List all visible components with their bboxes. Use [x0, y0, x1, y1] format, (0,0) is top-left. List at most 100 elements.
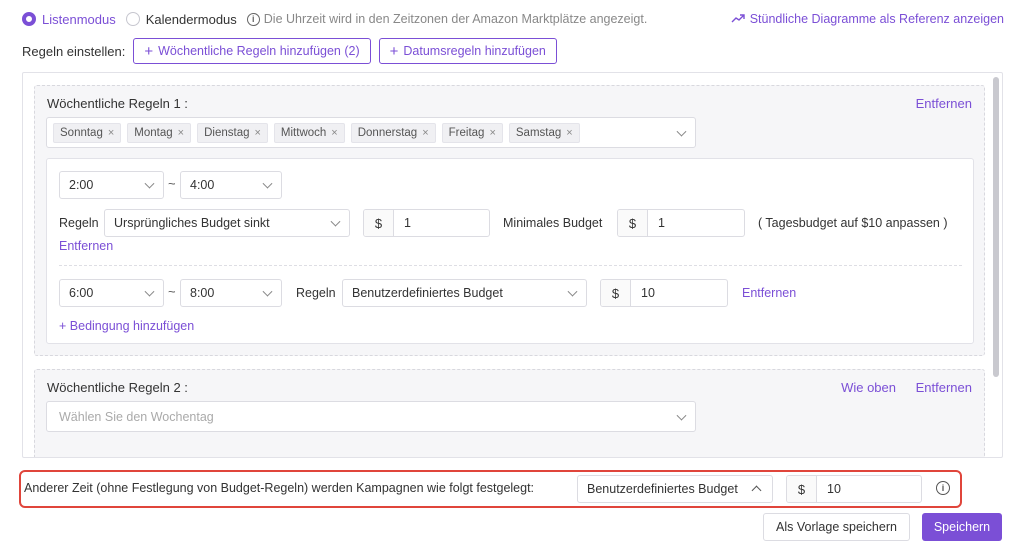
slot1-start-time-select[interactable]: 2:00 — [59, 171, 164, 199]
slot2-start-time: 6:00 — [69, 286, 94, 300]
slot2-remove-link[interactable]: Entfernen — [742, 286, 796, 300]
min-budget-label: Minimales Budget — [503, 216, 603, 230]
daily-budget-hint: ( Tagesbudget auf $10 anpassen ) — [758, 216, 948, 230]
weekly-rule-1-title: Wöchentliche Regeln 1 : — [47, 96, 188, 111]
slot1-end-time: 4:00 — [190, 178, 215, 192]
remove-tag-icon[interactable]: × — [489, 127, 495, 139]
panel-scrollbar[interactable] — [993, 77, 999, 377]
add-condition-label: Bedingung hinzufügen — [69, 319, 195, 333]
trend-icon — [731, 14, 745, 23]
day-tag-label: Freitag — [448, 126, 485, 139]
chevron-down-icon — [144, 286, 155, 297]
other-time-amount-value: 10 — [827, 482, 841, 496]
chevron-down-icon — [676, 410, 687, 421]
chevron-down-icon — [262, 286, 273, 297]
save-as-template-button[interactable]: Als Vorlage speichern — [763, 513, 910, 541]
weekly-rule-2-remove-link[interactable]: Entfernen — [916, 380, 972, 395]
day-tag-label: Dienstag — [204, 126, 250, 139]
calendar-mode-label[interactable]: Kalendermodus — [146, 12, 237, 27]
info-icon[interactable]: i — [936, 481, 950, 495]
chevron-down-icon — [330, 216, 341, 227]
calendar-mode-radio[interactable] — [125, 12, 140, 26]
rules-panel: Wöchentliche Regeln 1 : Entfernen Sonnta… — [22, 72, 1003, 458]
day-tag: Mittwoch × — [273, 122, 345, 143]
hourly-chart-label: Stündliche Diagramme als Referenz anzeig… — [749, 12, 1004, 26]
chevron-down-icon — [567, 286, 578, 297]
hourly-chart-link[interactable]: Stündliche Diagramme als Referenz anzeig… — [731, 12, 1004, 26]
chevron-up-icon — [751, 485, 762, 496]
mode-row: Listenmodus Kalendermodus i Die Uhrzeit … — [22, 10, 1004, 28]
range-tilde: ~ — [168, 176, 176, 191]
chevron-down-icon — [676, 126, 687, 137]
rules-label: Regeln einstellen: — [22, 43, 126, 59]
slot2-rule-value: Benutzerdefiniertes Budget — [352, 286, 503, 300]
plus-icon: + — [144, 42, 154, 60]
time-slots-box: 2:00 ~ 4:00 Regeln Ursprüngliches Budget… — [46, 158, 974, 344]
weekly-rule-1-remove-link[interactable]: Entfernen — [916, 96, 972, 111]
weekly-rule-2-title: Wöchentliche Regeln 2 : — [47, 380, 188, 395]
slot2-end-time-select[interactable]: 8:00 — [180, 279, 282, 307]
day-tag: Dienstag × — [197, 122, 268, 143]
day-tag: Donnerstag × — [350, 122, 436, 143]
add-condition-link[interactable]: + Bedingung hinzufügen — [59, 319, 194, 333]
weekly-rule-card-2: Wöchentliche Regeln 2 : Wie oben Entfern… — [34, 369, 985, 457]
slot2-start-time-select[interactable]: 6:00 — [59, 279, 164, 307]
slot1-end-time-select[interactable]: 4:00 — [180, 171, 282, 199]
day-tag: Montag × — [127, 122, 192, 143]
list-mode-radio[interactable] — [22, 12, 36, 26]
plus-icon: + — [389, 42, 399, 60]
slot1-rules-label: Regeln — [59, 216, 99, 230]
day-tag: Samstag × — [508, 122, 580, 143]
currency-symbol: $ — [618, 210, 648, 236]
remove-tag-icon[interactable]: × — [566, 127, 572, 139]
slot2-amount-input[interactable]: $10 — [600, 279, 728, 307]
weekday-select-2[interactable]: Wählen Sie den Wochentag — [46, 401, 696, 432]
other-time-amount-input[interactable]: $10 — [786, 475, 922, 503]
slot1-remove-link[interactable]: Entfernen — [59, 239, 113, 253]
remove-tag-icon[interactable]: × — [254, 127, 260, 139]
slot1-start-time: 2:00 — [69, 178, 94, 192]
add-date-rules-label: Datumsregeln hinzufügen — [403, 44, 546, 58]
chevron-down-icon — [144, 178, 155, 189]
timezone-note: Die Uhrzeit wird in den Zeitzonen der Am… — [263, 12, 648, 26]
slot2-rules-label: Regeln — [296, 286, 336, 300]
day-tag: Freitag × — [441, 122, 503, 143]
slot2-amount-value: 10 — [641, 286, 655, 300]
other-time-text: Anderer Zeit (ohne Festlegung von Budget… — [24, 481, 535, 495]
day-tag-label: Mittwoch — [280, 126, 327, 139]
list-mode-label[interactable]: Listenmodus — [42, 12, 116, 27]
slot1-amount-value: 1 — [404, 216, 411, 230]
slot1-rule-select[interactable]: Ursprüngliches Budget sinkt — [104, 209, 350, 237]
slot2-end-time: 8:00 — [190, 286, 215, 300]
currency-symbol: $ — [601, 280, 631, 306]
weekday-placeholder: Wählen Sie den Wochentag — [59, 409, 214, 424]
day-tag-label: Donnerstag — [357, 126, 418, 139]
currency-symbol: $ — [364, 210, 394, 236]
add-weekly-rules-label: Wöchentliche Regeln hinzufügen (2) — [158, 44, 360, 58]
same-as-above-link[interactable]: Wie oben — [841, 380, 896, 395]
remove-tag-icon[interactable]: × — [178, 127, 184, 139]
other-time-rule-select[interactable]: Benutzerdefiniertes Budget — [577, 475, 773, 503]
other-time-row: Anderer Zeit (ohne Festlegung von Budget… — [19, 470, 962, 508]
slot2-rule-select[interactable]: Benutzerdefiniertes Budget — [342, 279, 587, 307]
min-budget-value: 1 — [658, 216, 665, 230]
remove-tag-icon[interactable]: × — [108, 127, 114, 139]
slot1-rule-value: Ursprüngliches Budget sinkt — [114, 216, 270, 230]
weekly-rule-card-1: Wöchentliche Regeln 1 : Entfernen Sonnta… — [34, 85, 985, 356]
rules-toolbar: Regeln einstellen: + Wöchentliche Regeln … — [22, 38, 565, 64]
currency-symbol: $ — [787, 476, 817, 502]
min-budget-input[interactable]: $1 — [617, 209, 745, 237]
day-tag-label: Montag — [134, 126, 173, 139]
add-date-rules-button[interactable]: + Datumsregeln hinzufügen — [378, 38, 557, 64]
remove-tag-icon[interactable]: × — [331, 127, 337, 139]
slot1-amount-input[interactable]: $1 — [363, 209, 490, 237]
other-time-rule-value: Benutzerdefiniertes Budget — [587, 482, 738, 496]
remove-tag-icon[interactable]: × — [422, 127, 428, 139]
day-tag-label: Sonntag — [60, 126, 103, 139]
save-button[interactable]: Speichern — [922, 513, 1002, 541]
weekday-select-1[interactable]: Sonntag × Montag × Dienstag × Mittwoch × Don… — [46, 117, 696, 148]
info-icon: i — [246, 12, 260, 26]
day-tag: Sonntag × — [53, 122, 122, 143]
add-weekly-rules-button[interactable]: + Wöchentliche Regeln hinzufügen (2) — [133, 38, 371, 64]
range-tilde: ~ — [168, 284, 176, 299]
